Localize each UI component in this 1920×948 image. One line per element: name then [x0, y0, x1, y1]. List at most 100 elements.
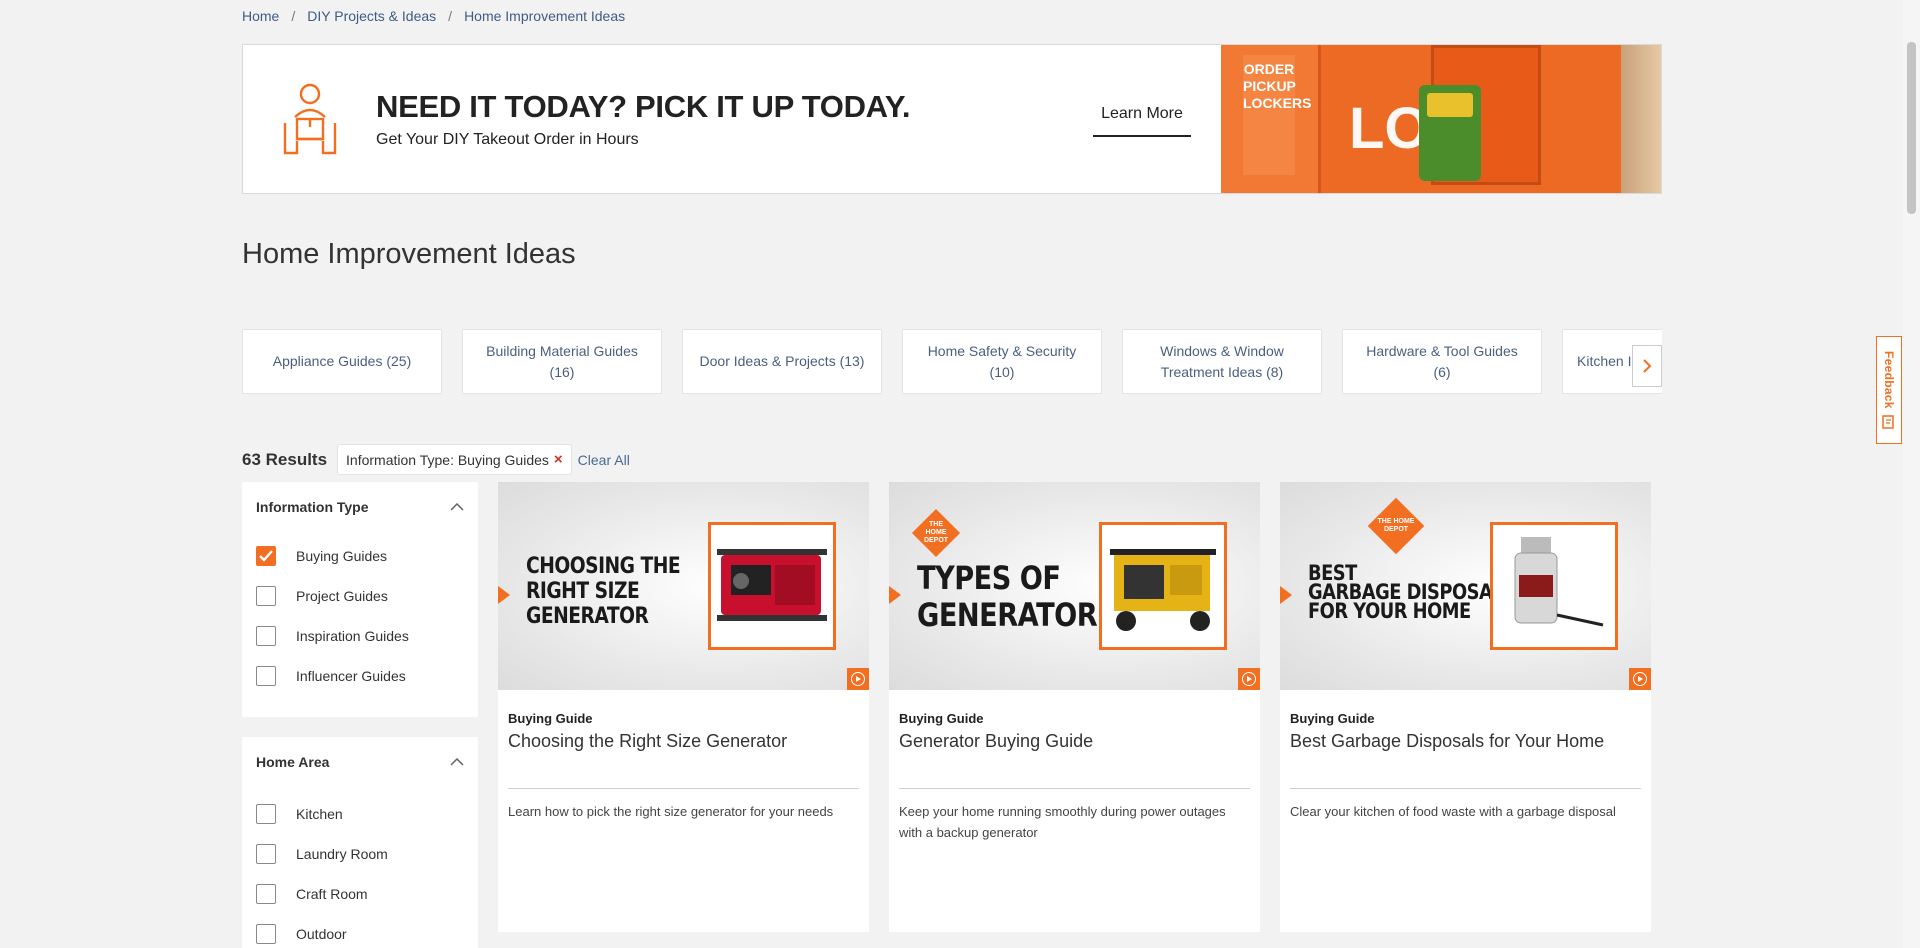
thumbnail-headline: TYPES OF GENERATORS: [917, 559, 1117, 634]
home-depot-logo-text: THE HOME DEPOT: [1377, 518, 1415, 533]
feedback-tab[interactable]: Feedback: [1876, 336, 1902, 444]
page-title: Home Improvement Ideas: [242, 238, 576, 270]
breadcrumb-diy-projects[interactable]: DIY Projects & Ideas: [307, 8, 436, 24]
filter-option-buying-guides[interactable]: Buying Guides: [242, 536, 478, 576]
filter-title: Home Area: [256, 754, 330, 770]
page-scrollbar[interactable]: [1903, 0, 1920, 948]
card-type: Buying Guide: [508, 711, 593, 726]
promo-title: NEED IT TODAY? PICK IT UP TODAY.: [376, 89, 911, 124]
filter-header[interactable]: Home Area: [242, 740, 478, 784]
wood-wall: [1621, 45, 1661, 193]
filter-option-influencer-guides[interactable]: Influencer Guides: [242, 656, 478, 696]
card-description: Clear your kitchen of food waste with a …: [1290, 804, 1616, 819]
play-icon[interactable]: [1629, 668, 1651, 690]
checkbox[interactable]: [256, 844, 276, 864]
garbage-disposal-image: [1514, 537, 1604, 627]
home-depot-logo-text: THE HOME DEPOT: [923, 521, 949, 544]
carousel-next-button[interactable]: [1632, 345, 1662, 387]
category-carousel: Appliance Guides (25) Building Material …: [242, 329, 1662, 395]
play-circle: [1242, 672, 1256, 686]
product-frame: [1490, 522, 1618, 650]
checkbox[interactable]: [256, 626, 276, 646]
generator-image: [1110, 549, 1216, 631]
promo-banner[interactable]: NEED IT TODAY? PICK IT UP TODAY. Get You…: [242, 44, 1662, 194]
learn-more-link[interactable]: Learn More: [1093, 105, 1191, 137]
category-home-safety[interactable]: Home Safety & Security (10): [902, 329, 1102, 394]
filter-option-outdoor[interactable]: Outdoor: [242, 914, 478, 948]
home-depot-logo: THE HOME DEPOT: [1367, 497, 1425, 555]
pickup-person-icon: [283, 83, 337, 155]
filter-option-label: Outdoor: [296, 926, 347, 942]
filter-option-project-guides[interactable]: Project Guides: [242, 576, 478, 616]
filter-option-label: Inspiration Guides: [296, 628, 409, 644]
guide-video-thumbnail[interactable]: CHOOSING THE RIGHT SIZE GENERATOR: [498, 482, 869, 690]
close-icon[interactable]: ×: [554, 451, 563, 468]
filter-option-laundry-room[interactable]: Laundry Room: [242, 834, 478, 874]
breadcrumb-separator: /: [291, 8, 296, 24]
card-title[interactable]: Choosing the Right Size Generator: [508, 731, 787, 752]
card-divider: [1290, 788, 1641, 789]
edit-note-icon: [1882, 415, 1894, 429]
filter-option-label: Project Guides: [296, 588, 388, 604]
product-frame: [1099, 522, 1227, 650]
card-type: Buying Guide: [1290, 711, 1375, 726]
card-type: Buying Guide: [899, 711, 984, 726]
home-depot-logo: THE HOME DEPOT: [911, 508, 961, 558]
filter-option-craft-room[interactable]: Craft Room: [242, 874, 478, 914]
scrollbar-thumb[interactable]: [1907, 42, 1916, 214]
breadcrumb-home[interactable]: Home: [242, 8, 279, 24]
card-title[interactable]: Best Garbage Disposals for Your Home: [1290, 731, 1604, 752]
filter-option-inspiration-guides[interactable]: Inspiration Guides: [242, 616, 478, 656]
locker-letters: LO: [1349, 96, 1430, 161]
orange-arrow-icon: [498, 586, 510, 604]
guide-video-thumbnail[interactable]: THE HOME DEPOT BEST GARBAGE DISPOSALS FO…: [1280, 482, 1651, 690]
orange-arrow-icon: [889, 586, 901, 604]
filter-option-label: Laundry Room: [296, 846, 388, 862]
card-title[interactable]: Generator Buying Guide: [899, 731, 1093, 752]
play-circle: [851, 672, 865, 686]
thumbnail-headline: CHOOSING THE RIGHT SIZE GENERATOR: [526, 554, 681, 629]
pickup-lockers-image: ORDER PICKUP LOCKERS LO: [1221, 45, 1661, 193]
chevron-up-icon[interactable]: [450, 503, 464, 511]
category-appliance-guides[interactable]: Appliance Guides (25): [242, 329, 442, 394]
category-door-ideas[interactable]: Door Ideas & Projects (13): [682, 329, 882, 394]
checkbox-checked[interactable]: [256, 546, 276, 566]
promo-content: NEED IT TODAY? PICK IT UP TODAY. Get You…: [243, 45, 1221, 193]
breadcrumb-separator: /: [448, 8, 453, 24]
filter-option-label: Influencer Guides: [296, 668, 406, 684]
card-divider: [899, 788, 1250, 789]
play-icon[interactable]: [847, 668, 869, 690]
promo-text: NEED IT TODAY? PICK IT UP TODAY. Get You…: [376, 89, 910, 149]
results-count: 63 Results: [242, 449, 328, 469]
category-windows[interactable]: Windows & Window Treatment Ideas (8): [1122, 329, 1322, 394]
guide-card[interactable]: CHOOSING THE RIGHT SIZE GENERATOR Buying…: [498, 482, 869, 932]
filter-option-label: Kitchen: [296, 806, 343, 822]
filter-home-area: Home Area Kitchen Laundry Room Craft Roo…: [242, 737, 478, 948]
breadcrumb-current[interactable]: Home Improvement Ideas: [464, 8, 625, 24]
guide-card[interactable]: THE HOME DEPOT TYPES OF GENERATORS Buyin…: [889, 482, 1260, 932]
feedback-label: Feedback: [1882, 351, 1896, 409]
checkbox[interactable]: [256, 804, 276, 824]
thumbnail-headline: BEST GARBAGE DISPOSALS FOR YOUR HOME: [1308, 561, 1516, 623]
chevron-up-icon[interactable]: [450, 758, 464, 766]
category-building-material-guides[interactable]: Building Material Guides (16): [462, 329, 662, 394]
clear-all-link[interactable]: Clear All: [578, 452, 630, 468]
filter-option-kitchen[interactable]: Kitchen: [242, 794, 478, 834]
guide-card[interactable]: THE HOME DEPOT BEST GARBAGE DISPOSALS FO…: [1280, 482, 1651, 932]
filter-header[interactable]: Information Type: [242, 482, 478, 532]
product-bag-label: [1427, 93, 1473, 117]
generator-image: [717, 549, 827, 621]
category-hardware-tools[interactable]: Hardware & Tool Guides (6): [1342, 329, 1542, 394]
checkbox[interactable]: [256, 666, 276, 686]
filter-option-label: Buying Guides: [296, 548, 388, 564]
guide-video-thumbnail[interactable]: THE HOME DEPOT TYPES OF GENERATORS: [889, 482, 1260, 690]
checkbox[interactable]: [256, 586, 276, 606]
checkbox[interactable]: [256, 884, 276, 904]
locker-sign: ORDER PICKUP LOCKERS: [1243, 55, 1311, 175]
checkbox[interactable]: [256, 924, 276, 944]
card-description: Learn how to pick the right size generat…: [508, 804, 834, 819]
active-filter-chip[interactable]: Information Type: Buying Guides ×: [337, 444, 572, 475]
chevron-right-icon: [1643, 359, 1652, 373]
orange-arrow-icon: [1280, 586, 1292, 604]
play-icon[interactable]: [1238, 668, 1260, 690]
